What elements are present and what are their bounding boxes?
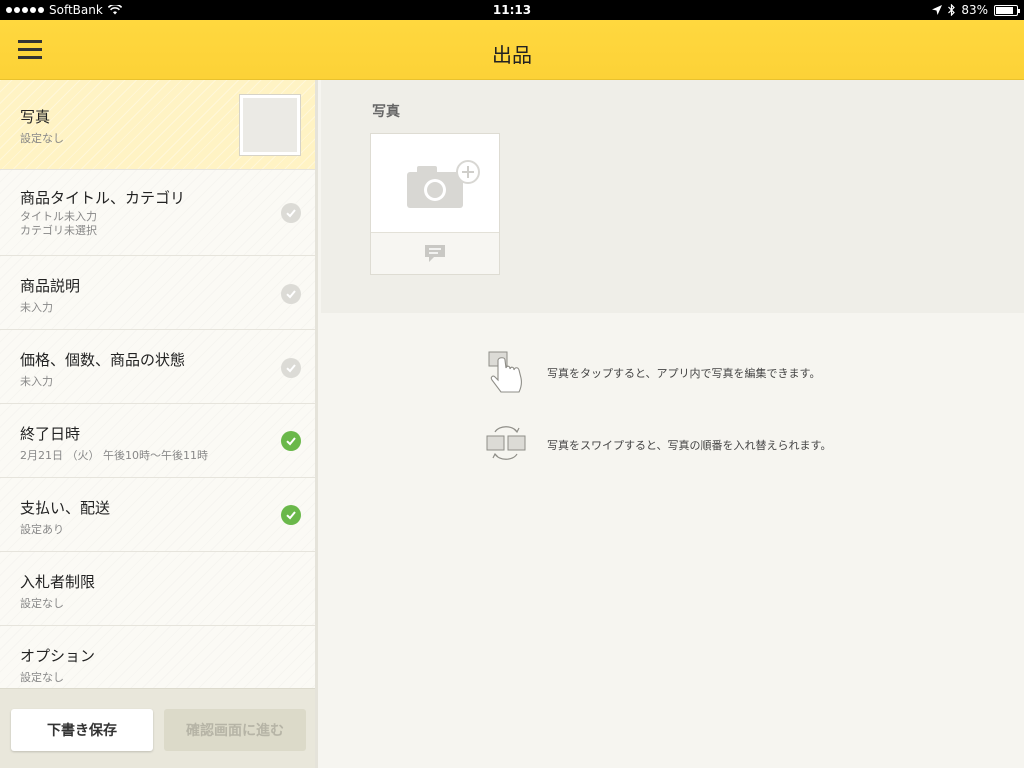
- sidebar-item-photo[interactable]: 写真 設定なし: [0, 80, 315, 170]
- swipe-hint: 写真をスワイプすると、写真の順番を入れ替えられます。: [481, 420, 831, 470]
- sidebar-item-subtitle: 設定なし: [20, 597, 64, 610]
- sidebar-item-title-category[interactable]: 商品タイトル、カテゴリ タイトル未入力 カテゴリ未選択: [0, 170, 315, 256]
- photo-thumbnail: [239, 94, 301, 156]
- status-right: 83%: [932, 3, 1020, 17]
- battery-percent: 83%: [961, 3, 988, 17]
- section-list[interactable]: 写真 設定なし 商品タイトル、カテゴリ タイトル未入力 カテゴリ未選択 商品説明…: [0, 80, 315, 688]
- check-icon: [281, 358, 301, 378]
- sidebar-item-end-time[interactable]: 終了日時 2月21日 （火） 午後10時〜午後11時: [0, 404, 315, 478]
- sidebar-item-subtitle: 未入力: [20, 375, 53, 388]
- status-bar: SoftBank 11:13 83%: [0, 0, 1024, 20]
- check-icon: [281, 431, 301, 451]
- action-bar: 下書き保存 確認画面に進む: [0, 688, 315, 768]
- tap-hint: 写真をタップすると、アプリ内で写真を編集できます。: [481, 348, 820, 398]
- sidebar-item-title: 支払い、配送: [20, 499, 111, 517]
- bluetooth-icon: [948, 4, 956, 16]
- sidebar-item-bidder-limit[interactable]: 入札者制限 設定なし: [0, 552, 315, 626]
- comment-icon: [425, 244, 445, 262]
- sidebar-item-title: 価格、個数、商品の状態: [20, 351, 186, 369]
- sidebar-item-subtitle: 2月21日 （火） 午後10時〜午後11時: [20, 449, 208, 462]
- sidebar-item-price[interactable]: 価格、個数、商品の状態 未入力: [0, 330, 315, 404]
- sidebar: 写真 設定なし 商品タイトル、カテゴリ タイトル未入力 カテゴリ未選択 商品説明…: [0, 80, 318, 768]
- sidebar-item-title: 写真: [20, 108, 51, 126]
- sidebar-item-title: 商品タイトル、カテゴリ: [20, 189, 186, 207]
- tap-hint-text: 写真をタップすると、アプリ内で写真を編集できます。: [547, 367, 821, 380]
- battery-icon: [994, 4, 1020, 16]
- photo-slot[interactable]: [371, 134, 499, 232]
- add-photo-button[interactable]: [370, 133, 500, 275]
- location-arrow-icon: [932, 5, 943, 15]
- camera-add-icon: [407, 160, 480, 208]
- sidebar-item-title: 商品説明: [20, 277, 81, 295]
- sidebar-item-subtitle: 設定あり: [20, 523, 64, 536]
- page-title: 出品: [492, 43, 532, 67]
- main-content: 写真 写真をタップすると、アプリ内で写真を編集できます。 写真をスワイプすると、…: [321, 80, 1024, 768]
- nav-bar: 出品: [0, 20, 1024, 80]
- sidebar-item-description[interactable]: 商品説明 未入力: [0, 256, 315, 330]
- sidebar-item-subtitle: タイトル未入力: [20, 210, 97, 223]
- sidebar-item-subtitle: 設定なし: [20, 671, 64, 684]
- sidebar-item-title: 終了日時: [20, 425, 81, 443]
- confirm-button[interactable]: 確認画面に進む: [164, 709, 306, 751]
- sidebar-item-options[interactable]: オプション 設定なし: [0, 626, 315, 688]
- swipe-hint-text: 写真をスワイプすると、写真の順番を入れ替えられます。: [547, 439, 832, 452]
- sidebar-item-subtitle: 設定なし: [20, 132, 64, 145]
- photo-section-label: 写真: [372, 104, 400, 120]
- photo-comment-button[interactable]: [371, 232, 499, 274]
- swipe-swap-icon: [486, 426, 526, 460]
- check-icon: [281, 284, 301, 304]
- sidebar-item-title: 入札者制限: [20, 573, 96, 591]
- sidebar-item-subtitle: 未入力: [20, 301, 53, 314]
- sidebar-item-title: オプション: [20, 647, 96, 665]
- sidebar-item-subtitle: カテゴリ未選択: [20, 224, 97, 237]
- status-time: 11:13: [492, 3, 532, 17]
- save-draft-button[interactable]: 下書き保存: [11, 709, 153, 751]
- sidebar-item-payment-shipping[interactable]: 支払い、配送 設定あり: [0, 478, 315, 552]
- check-icon: [281, 505, 301, 525]
- photo-section: 写真: [321, 80, 1024, 313]
- tap-hand-icon: [488, 351, 522, 393]
- check-icon: [281, 203, 301, 223]
